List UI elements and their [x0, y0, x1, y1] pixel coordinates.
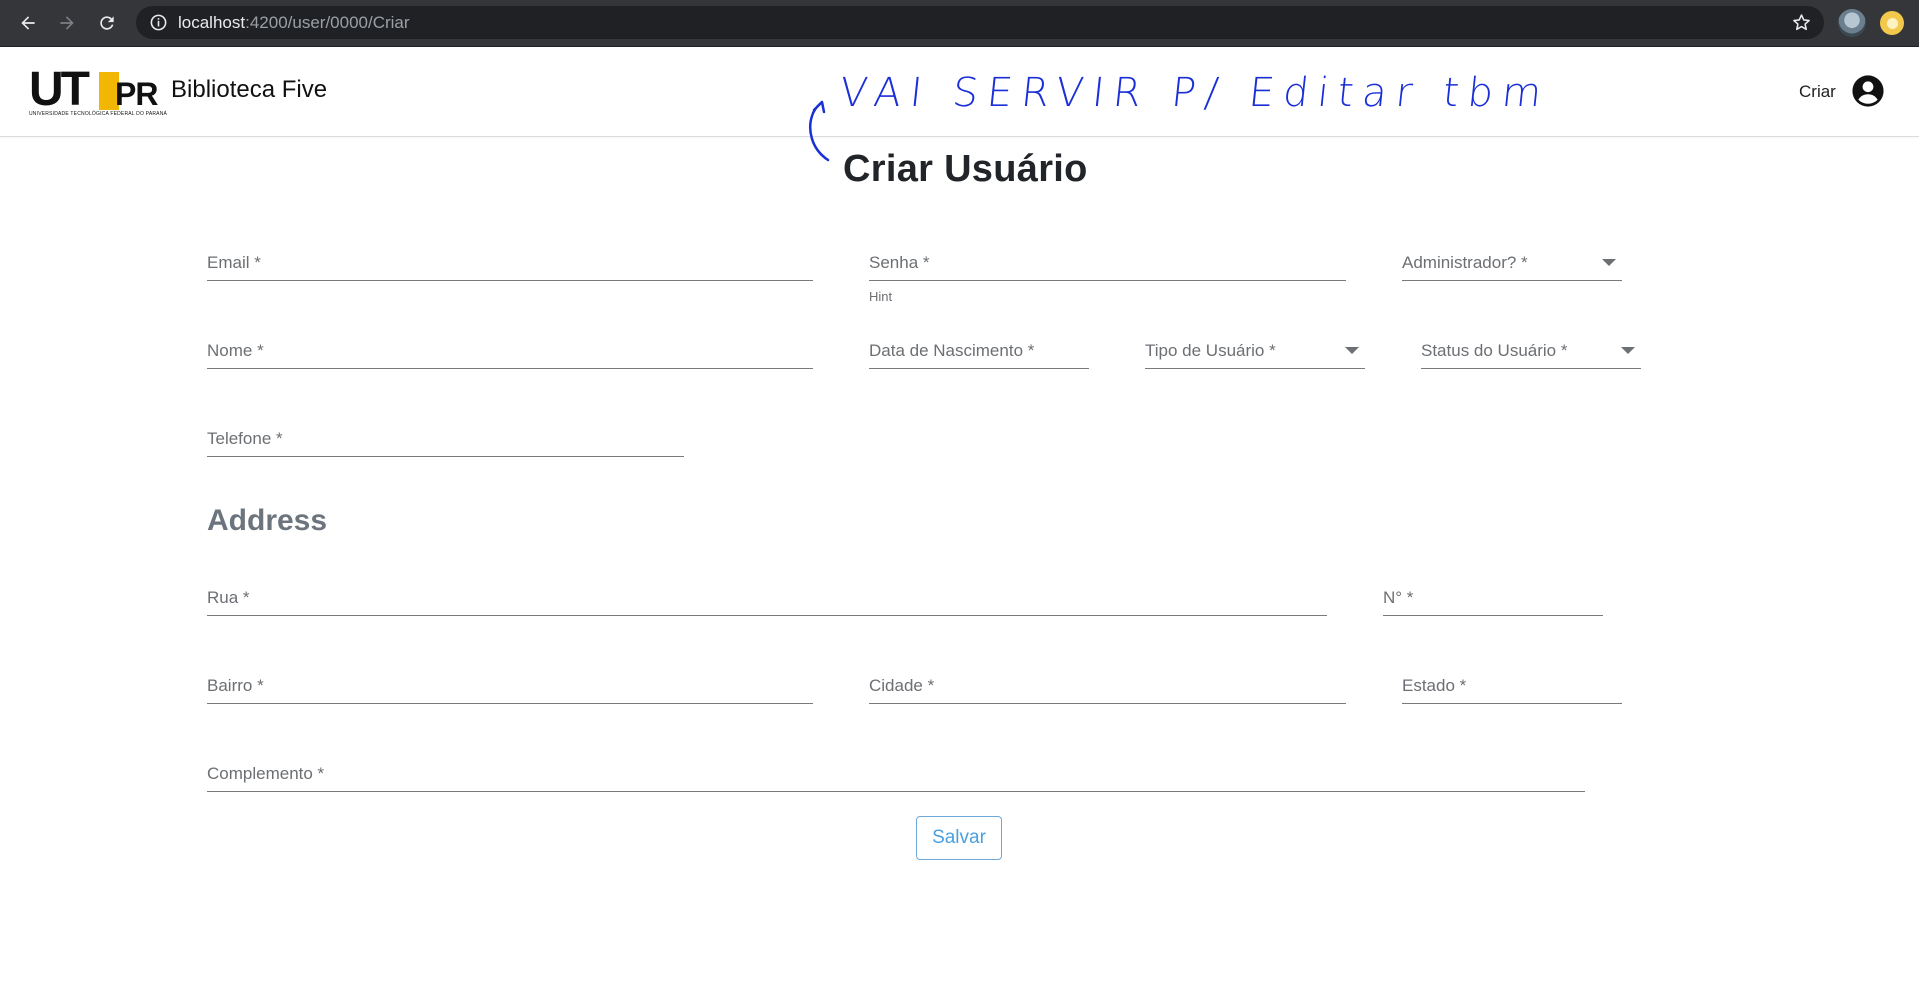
url-path: :4200/user/0000/Criar	[245, 13, 410, 32]
app-title[interactable]: Biblioteca Five	[171, 76, 327, 104]
cidade-field[interactable]: Cidade *	[869, 663, 1346, 704]
email-label: Email *	[207, 253, 261, 272]
address-bar[interactable]: localhost:4200/user/0000/Criar	[136, 6, 1824, 39]
annotation-text: VAI SERVIR P/ Editar tbm	[837, 70, 1553, 116]
address-section-title: Address	[207, 504, 328, 537]
logo-ut: UT	[29, 63, 90, 116]
account-circle-icon[interactable]	[1851, 74, 1885, 108]
numero-label: N° *	[1383, 588, 1414, 607]
administrador-label: Administrador? *	[1402, 253, 1528, 272]
browser-toolbar: localhost:4200/user/0000/Criar	[0, 0, 1919, 47]
extension-icon[interactable]	[1880, 11, 1904, 35]
estado-label: Estado *	[1402, 676, 1467, 695]
senha-label: Senha *	[869, 253, 930, 272]
bairro-label: Bairro *	[207, 676, 264, 695]
chevron-down-icon	[1621, 347, 1635, 354]
logo-pr: PR	[115, 76, 158, 112]
status-usuario-label: Status do Usuário *	[1421, 341, 1568, 360]
numero-field[interactable]: N° *	[1383, 575, 1603, 616]
info-icon[interactable]	[149, 13, 168, 32]
telefone-field[interactable]: Telefone *	[207, 416, 684, 457]
senha-hint: Hint	[869, 289, 893, 304]
estado-field[interactable]: Estado *	[1402, 663, 1622, 704]
senha-field[interactable]: Senha *	[869, 240, 1346, 281]
status-usuario-select[interactable]: Status do Usuário *	[1421, 328, 1641, 369]
logo-tagline: UNIVERSIDADE TECNOLÓGICA FEDERAL DO PARA…	[29, 111, 168, 117]
back-arrow-icon[interactable]	[15, 10, 41, 36]
page-title: Criar Usuário	[843, 148, 1088, 190]
forward-arrow-icon[interactable]	[54, 10, 80, 36]
complemento-field[interactable]: Complemento *	[207, 751, 1585, 792]
rua-label: Rua *	[207, 588, 250, 607]
administrador-select[interactable]: Administrador? *	[1402, 240, 1622, 281]
utfpr-logo[interactable]: UT PR UNIVERSIDADE TECNOLÓGICA FEDERAL D…	[29, 63, 168, 118]
data-nascimento-field[interactable]: Data de Nascimento *	[869, 328, 1089, 369]
telefone-label: Telefone *	[207, 429, 283, 448]
cidade-label: Cidade *	[869, 676, 935, 695]
save-button[interactable]: Salvar	[916, 816, 1002, 860]
email-field[interactable]: Email *	[207, 240, 813, 281]
nome-field[interactable]: Nome *	[207, 328, 813, 369]
url-text: localhost:4200/user/0000/Criar	[178, 13, 410, 33]
profile-avatar[interactable]	[1838, 9, 1866, 37]
reload-icon[interactable]	[94, 10, 120, 36]
url-host: localhost	[178, 13, 246, 32]
rua-field[interactable]: Rua *	[207, 575, 1327, 616]
tipo-usuario-select[interactable]: Tipo de Usuário *	[1145, 328, 1365, 369]
chevron-down-icon	[1602, 259, 1616, 266]
tipo-usuario-label: Tipo de Usuário *	[1145, 341, 1276, 360]
data-nascimento-label: Data de Nascimento *	[869, 341, 1035, 360]
chevron-down-icon	[1345, 347, 1359, 354]
bairro-field[interactable]: Bairro *	[207, 663, 813, 704]
nome-label: Nome *	[207, 341, 264, 360]
complemento-label: Complemento *	[207, 764, 325, 783]
star-icon[interactable]	[1791, 12, 1812, 33]
criar-link[interactable]: Criar	[1799, 82, 1836, 102]
